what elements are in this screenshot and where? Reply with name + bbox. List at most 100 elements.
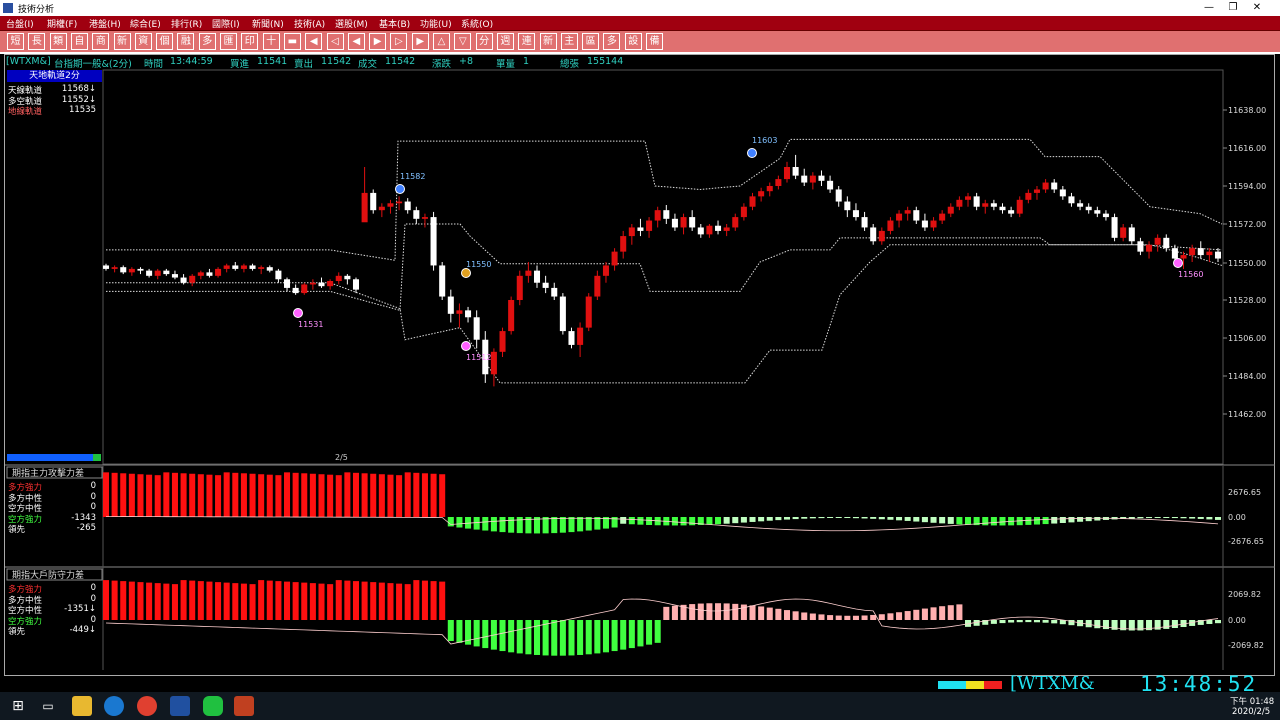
file-explorer-icon[interactable]: [72, 696, 92, 716]
sub2-bar: [827, 615, 834, 620]
sub1-bar: [473, 517, 480, 530]
sub2-bar: [620, 620, 627, 650]
y-axis-label: 11638.00: [1228, 106, 1266, 115]
sub1-bar: [740, 517, 747, 523]
sub2-bar: [732, 603, 739, 620]
candle-body: [602, 265, 609, 276]
sub1-bar: [301, 473, 308, 517]
sub2-bar: [904, 611, 911, 620]
candle-body: [223, 265, 230, 269]
candle-body: [689, 217, 696, 228]
main-plot-frame: [102, 69, 1224, 465]
candle-body: [258, 267, 265, 269]
candle-body: [447, 296, 454, 314]
sub2-bar: [284, 581, 291, 620]
sub2-bar: [559, 620, 566, 656]
candle-body: [301, 284, 308, 294]
sub1-bar: [861, 517, 868, 519]
signal-marker-icon: [1173, 258, 1183, 268]
y-axis-label: 11550.00: [1228, 259, 1266, 268]
sub2-bar: [335, 580, 342, 620]
sub2-bar: [1033, 620, 1040, 623]
sub1-y-label: -2676.65: [1228, 537, 1264, 546]
sub1-y-label: 0.00: [1228, 513, 1246, 522]
sub1-bar: [870, 517, 877, 519]
sub2-bar: [723, 603, 730, 620]
candle-body: [146, 270, 153, 276]
candle-body: [1214, 251, 1222, 259]
signal-marker-icon: [293, 308, 303, 318]
sub1-bar: [413, 472, 420, 517]
sub1-bar: [1068, 517, 1075, 523]
candle-body: [413, 210, 420, 219]
sub1-bar: [852, 517, 859, 519]
sub2-bar: [646, 620, 653, 645]
ticker-symbol: [WTXM&: [1010, 673, 1095, 694]
candle-body: [1163, 237, 1170, 249]
sub1-bar: [1077, 517, 1084, 522]
candle-body: [508, 300, 515, 332]
line-icon[interactable]: [203, 696, 223, 716]
sub1-bar: [378, 474, 385, 517]
candle-body: [551, 287, 558, 297]
sub2-bar: [378, 582, 385, 620]
trading-app-icon[interactable]: [234, 696, 254, 716]
sub2-bar: [154, 583, 161, 620]
sub1-bar: [292, 472, 299, 517]
sub1-bar: [982, 517, 989, 526]
sub2-bar: [809, 613, 816, 620]
candle-body: [1120, 227, 1127, 238]
sub2-bar: [1042, 620, 1049, 623]
sub2-bar: [396, 583, 403, 620]
candle-body: [352, 279, 360, 290]
sub1-bar: [275, 475, 282, 517]
candle-body: [921, 220, 928, 228]
sub2-bar: [1214, 620, 1222, 624]
sub1-bar: [387, 474, 394, 517]
sub2-bar: [1102, 620, 1109, 630]
sub2-bar: [697, 603, 704, 620]
candle-body: [947, 206, 954, 214]
candle-body: [792, 167, 799, 176]
sub2-bar: [1025, 620, 1032, 623]
candle-body: [421, 217, 428, 219]
sub2-bar: [801, 612, 808, 620]
edge-icon[interactable]: [104, 696, 124, 716]
sub2-bar: [525, 620, 532, 655]
candle-body: [516, 275, 523, 300]
sub2-title: 期指大戶防守力差: [12, 569, 84, 581]
sub1-bar: [1025, 517, 1032, 525]
sub2-bar: [1008, 620, 1015, 623]
sub1-bar: [439, 474, 446, 517]
sub2-bar: [439, 581, 446, 620]
candle-body: [378, 206, 385, 211]
word-icon[interactable]: [170, 696, 190, 716]
sub1-bar: [990, 517, 997, 526]
sub2-bar: [232, 583, 239, 620]
candle-body: [490, 351, 497, 375]
candle-body: [732, 217, 739, 228]
sub2-bar: [137, 582, 144, 620]
candle-body: [973, 196, 980, 207]
sub1-bar: [999, 517, 1006, 526]
task-view-icon[interactable]: ▭: [38, 696, 58, 716]
candle-body: [749, 196, 756, 207]
sub2-bar: [318, 583, 325, 620]
sub1-bar: [827, 517, 834, 518]
chrome-icon[interactable]: [137, 696, 157, 716]
sub2-bar: [1051, 620, 1058, 624]
candle-body: [775, 179, 782, 186]
sub1-bar: [620, 517, 627, 524]
start-icon[interactable]: ⊞: [8, 696, 28, 716]
signal-marker-label: 11512: [466, 353, 491, 362]
sub2-bar: [602, 620, 609, 653]
sub2-bar: [663, 606, 670, 620]
sub1-bar: [327, 474, 334, 517]
candle-body: [783, 167, 791, 180]
taskbar-time: 下午 01:48: [1230, 697, 1275, 707]
price-chart[interactable]: 期指主力攻擊力差期指大戶防守力差 2/5 11638.00 11616.00 11594…: [0, 0, 1280, 690]
signal-marker-label: 11531: [298, 320, 323, 329]
sub2-bar: [628, 620, 635, 649]
sub1-bar: [930, 517, 937, 523]
progress-bar-end: [93, 454, 101, 461]
